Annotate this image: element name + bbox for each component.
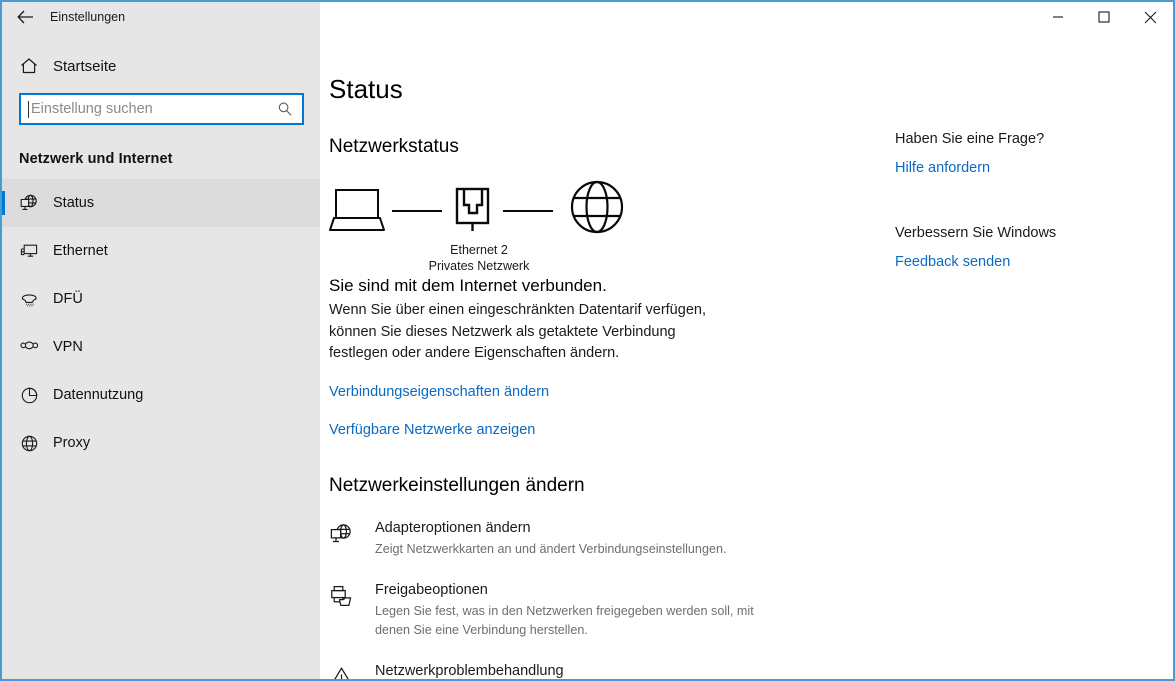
search-input[interactable]: Einstellung suchen: [19, 93, 304, 125]
option-title: Netzwerkproblembehandlung: [375, 663, 564, 679]
sidebar-item-vpn[interactable]: VPN: [2, 323, 320, 371]
sidebar-section-title: Netzwerk und Internet: [19, 151, 173, 167]
maximize-icon: [1098, 11, 1110, 23]
sidebar-item-dfue-label: DFÜ: [53, 291, 83, 307]
option-description: Zeigt Netzwerkkarten an und ändert Verbi…: [375, 541, 727, 556]
window-controls: [320, 2, 1173, 32]
network-diagram: Ethernet 2 Privates Netzwerk: [329, 180, 895, 273]
vpn-icon: [19, 337, 49, 358]
sidebar-item-home[interactable]: Startseite: [2, 46, 320, 86]
diagram-adapter-type: Privates Netzwerk: [428, 259, 530, 273]
option-sharing-settings[interactable]: Freigabeoptionen Legen Sie fest, was in …: [329, 581, 895, 639]
option-title: Freigabeoptionen: [375, 582, 488, 598]
window-title: Einstellungen: [50, 10, 126, 24]
window-content: Startseite Einstellung suchen Netzwerk u…: [2, 32, 1173, 679]
minimize-icon: [1052, 11, 1064, 23]
sidebar-item-ethernet[interactable]: Ethernet: [2, 227, 320, 275]
sidebar-item-ethernet-label: Ethernet: [53, 243, 108, 259]
sidebar: Startseite Einstellung suchen Netzwerk u…: [2, 32, 320, 679]
settings-heading: Netzwerkeinstellungen ändern: [329, 474, 585, 496]
ethernet-icon: [19, 241, 49, 262]
help-group: Haben Sie eine Frage? Hilfe anfordern: [895, 129, 1160, 176]
sidebar-item-home-label: Startseite: [53, 57, 117, 75]
main-column: Status Netzwerkstatus Ethernet 2 Private…: [320, 32, 895, 679]
minimize-button[interactable]: [1035, 2, 1081, 32]
sidebar-item-vpn-label: VPN: [53, 339, 83, 355]
close-icon: [1144, 11, 1157, 24]
feedback-group: Verbessern Sie Windows Feedback senden: [895, 223, 1160, 270]
title-bar: Einstellungen: [2, 2, 1173, 32]
sidebar-item-status-label: Status: [53, 195, 95, 211]
diagram-adapter-name: Ethernet 2: [450, 243, 508, 257]
link-connection-properties[interactable]: Verbindungseigenschaften ändern: [329, 384, 549, 400]
back-arrow-icon: [16, 10, 34, 24]
telephone-icon: [19, 289, 49, 310]
laptop-icon: [329, 189, 385, 231]
page-title: Status: [329, 74, 403, 104]
feedback-heading: Verbessern Sie Windows: [895, 225, 1057, 241]
settings-options-list: Adapteroptionen ändern Zeigt Netzwerkkar…: [329, 519, 895, 679]
back-button[interactable]: [2, 2, 48, 32]
sidebar-nav: Status Ethernet DFÜ VPN Datennutzung Pro…: [2, 179, 320, 467]
search-caret: [28, 100, 29, 118]
sidebar-item-datennutzung[interactable]: Datennutzung: [2, 371, 320, 419]
globe-icon: [570, 180, 624, 234]
network-status-heading: Netzwerkstatus: [329, 136, 459, 157]
pie-chart-icon: [19, 385, 49, 406]
title-bar-left: Einstellungen: [2, 2, 320, 32]
sidebar-item-proxy-label: Proxy: [53, 435, 91, 451]
link-available-networks[interactable]: Verfügbare Netzwerke anzeigen: [329, 422, 535, 438]
option-adapter-settings[interactable]: Adapteroptionen ändern Zeigt Netzwerkkar…: [329, 519, 895, 559]
get-help-link[interactable]: Hilfe anfordern: [895, 160, 990, 176]
sharing-icon: [329, 581, 375, 639]
right-panel: Haben Sie eine Frage? Hilfe anfordern Ve…: [895, 32, 1160, 679]
sidebar-item-proxy[interactable]: Proxy: [2, 419, 320, 467]
sidebar-item-datennutzung-label: Datennutzung: [53, 387, 144, 403]
send-feedback-link[interactable]: Feedback senden: [895, 254, 1010, 270]
close-button[interactable]: [1127, 2, 1173, 32]
search-icon[interactable]: [277, 101, 293, 117]
main-content: Status Netzwerkstatus Ethernet 2 Private…: [320, 32, 1173, 679]
settings-window: Einstellungen Startseite Einstellung suc…: [0, 0, 1175, 681]
home-icon: [19, 56, 49, 76]
option-network-troubleshooter[interactable]: Netzwerkproblembehandlung Diagnostiziert…: [329, 662, 895, 679]
status-description: Wenn Sie über einen eingeschränkten Date…: [329, 302, 706, 361]
sidebar-item-dfue[interactable]: DFÜ: [2, 275, 320, 323]
option-title: Adapteroptionen ändern: [375, 519, 531, 536]
maximize-button[interactable]: [1081, 2, 1127, 32]
globe-monitor-icon: [19, 193, 49, 214]
help-heading: Haben Sie eine Frage?: [895, 131, 1045, 147]
search-input-placeholder: Einstellung suchen: [31, 101, 153, 117]
sidebar-item-status[interactable]: Status: [2, 179, 320, 227]
ethernet-plug-icon: [455, 187, 490, 231]
globe-icon: [19, 433, 49, 454]
status-headline: Sie sind mit dem Internet verbunden.: [329, 276, 607, 295]
network-adapter-icon: [329, 519, 375, 559]
warning-triangle-icon: [329, 662, 375, 679]
option-description: Legen Sie fest, was in den Netzwerken fr…: [375, 604, 754, 637]
